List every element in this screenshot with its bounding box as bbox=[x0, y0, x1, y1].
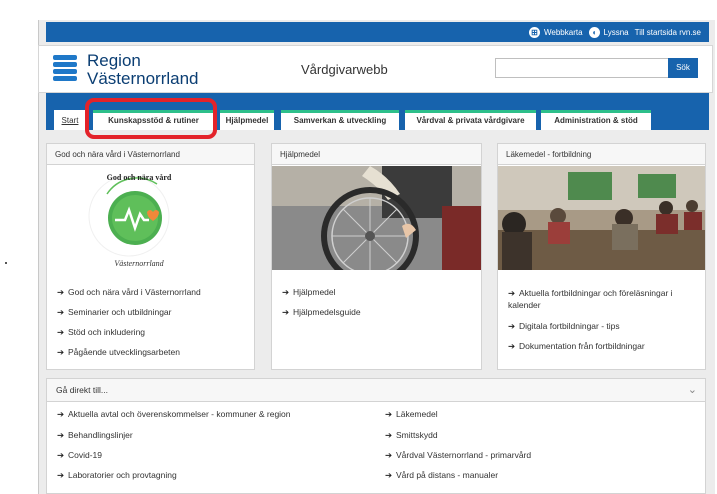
arrow-right-icon: ➔ bbox=[282, 287, 290, 297]
chevron-down-icon[interactable]: ⌄ bbox=[688, 379, 697, 402]
arrow-right-icon: ➔ bbox=[508, 321, 516, 331]
arrow-right-icon: ➔ bbox=[57, 470, 65, 480]
link-stod-inkludering[interactable]: ➔ Stöd och inkludering bbox=[57, 327, 145, 338]
link-label: Laboratorier och provtagning bbox=[68, 470, 177, 480]
link-label: Digitala fortbildningar - tips bbox=[519, 321, 620, 331]
tab-start[interactable]: Start bbox=[54, 110, 86, 130]
arrow-right-icon: ➔ bbox=[57, 287, 65, 297]
tab-administration[interactable]: Administration & stöd bbox=[541, 110, 651, 130]
link-vardval-primarvard[interactable]: ➔ Vårdval Västernorrland - primarvård bbox=[385, 450, 531, 461]
link-label: God och nära vård i Västernorrland bbox=[68, 287, 201, 297]
link-label: Hjälpmedel bbox=[293, 287, 336, 297]
sitemap-link[interactable]: ⊞ Webbkarta bbox=[529, 26, 583, 38]
link-label: Läkemedel bbox=[396, 409, 438, 419]
link-hjalpmedelsguide[interactable]: ➔ Hjälpmedelsguide bbox=[282, 307, 361, 318]
arrow-right-icon: ➔ bbox=[385, 450, 393, 460]
link-label: Pågående utvecklingsarbeten bbox=[68, 347, 180, 357]
link-label: Aktuella avtal och överenskommelser - ko… bbox=[68, 409, 291, 419]
brand-line-2: Västernorrland bbox=[87, 69, 199, 88]
link-avtal[interactable]: ➔ Aktuella avtal och överenskommelser - k… bbox=[57, 409, 291, 420]
card-hjalpmedel: Hjälpmedel ➔ Hjälpmedel ➔ Hjälpmedelsguide bbox=[271, 143, 482, 370]
speaker-icon: ◖ bbox=[588, 26, 600, 38]
arrow-right-icon: ➔ bbox=[385, 470, 393, 480]
link-vard-pa-distans[interactable]: ➔ Vård på distans - manualer bbox=[385, 470, 498, 481]
link-god-nara-vard[interactable]: ➔ God och nära vård i Västernorrland bbox=[57, 287, 201, 298]
link-label: Seminarier och utbildningar bbox=[68, 307, 172, 317]
badge-text-top: God och nära vård bbox=[107, 173, 172, 182]
brand-name[interactable]: Region Västernorrland bbox=[87, 52, 199, 88]
sitemap-label: Webbkarta bbox=[544, 27, 583, 37]
shortcuts-header[interactable]: Gå direkt till... ⌄ bbox=[47, 379, 705, 402]
link-aktuella-fortbildningar[interactable]: ➔ Aktuella fortbildningar och föreläsning… bbox=[508, 287, 698, 311]
listen-link[interactable]: ◖ Lyssna bbox=[588, 26, 629, 38]
card-title: God och nära vård i Västernorrland bbox=[47, 144, 254, 165]
arrow-right-icon: ➔ bbox=[282, 307, 290, 317]
card-title: Läkemedel - fortbildning bbox=[498, 144, 705, 165]
link-digitala-fortbildningar[interactable]: ➔ Digitala fortbildningar - tips bbox=[508, 321, 620, 332]
home-rvn-label: Till startsida rvn.se bbox=[634, 27, 701, 37]
link-label: Dokumentation från fortbildningar bbox=[519, 341, 645, 351]
link-label: Hjälpmedelsguide bbox=[293, 307, 361, 317]
brand-line-1: Region bbox=[87, 51, 141, 70]
search-input[interactable] bbox=[495, 58, 669, 78]
arrow-right-icon: ➔ bbox=[57, 307, 65, 317]
link-label: Aktuella fortbildningar och föreläsninga… bbox=[508, 288, 673, 310]
link-covid[interactable]: ➔ Covid-19 bbox=[57, 450, 102, 461]
link-label: Behandlingslinjer bbox=[68, 430, 133, 440]
link-seminarier[interactable]: ➔ Seminarier och utbildningar bbox=[57, 307, 171, 318]
link-label: Vårdval Västernorrland - primarvård bbox=[396, 450, 532, 460]
link-label: Smittskydd bbox=[396, 430, 438, 440]
link-laboratorier[interactable]: ➔ Laboratorier och provtagning bbox=[57, 470, 177, 481]
card-god-nara-vard: God och nära vård i Västernorrland Väste… bbox=[46, 143, 255, 370]
link-label: Vård på distans - manualer bbox=[396, 470, 499, 480]
badge-text-bottom: Västernorrland bbox=[114, 259, 164, 268]
link-pagaende[interactable]: ➔ Pågående utvecklingsarbeten bbox=[57, 347, 180, 358]
link-smittskydd[interactable]: ➔ Smittskydd bbox=[385, 430, 438, 441]
tab-vardval[interactable]: Vårdval & privata vårdgivare bbox=[405, 110, 536, 130]
card-title: Hjälpmedel bbox=[272, 144, 481, 165]
card-lakemedel: Läkemedel - fortbildning ➔ Aktuella fortb… bbox=[497, 143, 706, 370]
arrow-right-icon: ➔ bbox=[385, 409, 393, 419]
shortcuts-panel: Gå direkt till... ⌄ ➔ Aktuella avtal och … bbox=[46, 378, 706, 494]
arrow-right-icon: ➔ bbox=[57, 327, 65, 337]
site-subtitle: Vårdgivarwebb bbox=[301, 62, 388, 77]
god-nara-vard-logo[interactable]: Västernorrland God och nära vård bbox=[47, 166, 254, 270]
shortcuts-title: Gå direkt till... bbox=[56, 385, 108, 395]
arrow-right-icon: ➔ bbox=[508, 341, 516, 351]
link-label: Covid-19 bbox=[68, 450, 103, 460]
arrow-right-icon: ➔ bbox=[508, 288, 516, 298]
link-lakemedel[interactable]: ➔ Läkemedel bbox=[385, 409, 438, 420]
site-header: Region Västernorrland Vårdgivarwebb Sök bbox=[38, 45, 713, 93]
arrow-right-icon: ➔ bbox=[385, 430, 393, 440]
arrow-right-icon: ➔ bbox=[57, 450, 65, 460]
region-logo-icon[interactable] bbox=[53, 53, 77, 83]
lecture-photo[interactable] bbox=[498, 166, 705, 270]
wheelchair-photo[interactable] bbox=[272, 166, 481, 270]
home-rvn-link[interactable]: Till startsida rvn.se bbox=[635, 28, 701, 37]
link-label: Stöd och inkludering bbox=[68, 327, 146, 337]
arrow-right-icon: ➔ bbox=[57, 347, 65, 357]
listen-label: Lyssna bbox=[603, 27, 629, 37]
link-hjalpmedel[interactable]: ➔ Hjälpmedel bbox=[282, 287, 336, 298]
tab-hjalpmedel[interactable]: Hjälpmedel bbox=[220, 110, 274, 130]
arrow-right-icon: ➔ bbox=[57, 430, 65, 440]
highlight-annotation bbox=[85, 98, 217, 139]
tab-samverkan[interactable]: Samverkan & utveckling bbox=[281, 110, 399, 130]
link-dokumentation[interactable]: ➔ Dokumentation från fortbildningar bbox=[508, 341, 645, 352]
arrow-right-icon: ➔ bbox=[57, 409, 65, 419]
sitemap-icon: ⊞ bbox=[529, 26, 540, 38]
link-behandlingslinjer[interactable]: ➔ Behandlingslinjer bbox=[57, 430, 133, 441]
stray-dot bbox=[5, 262, 7, 264]
search-button[interactable]: Sök bbox=[668, 58, 698, 78]
utility-bar: ⊞ Webbkarta ◖ Lyssna Till startsida rvn.… bbox=[46, 22, 709, 42]
